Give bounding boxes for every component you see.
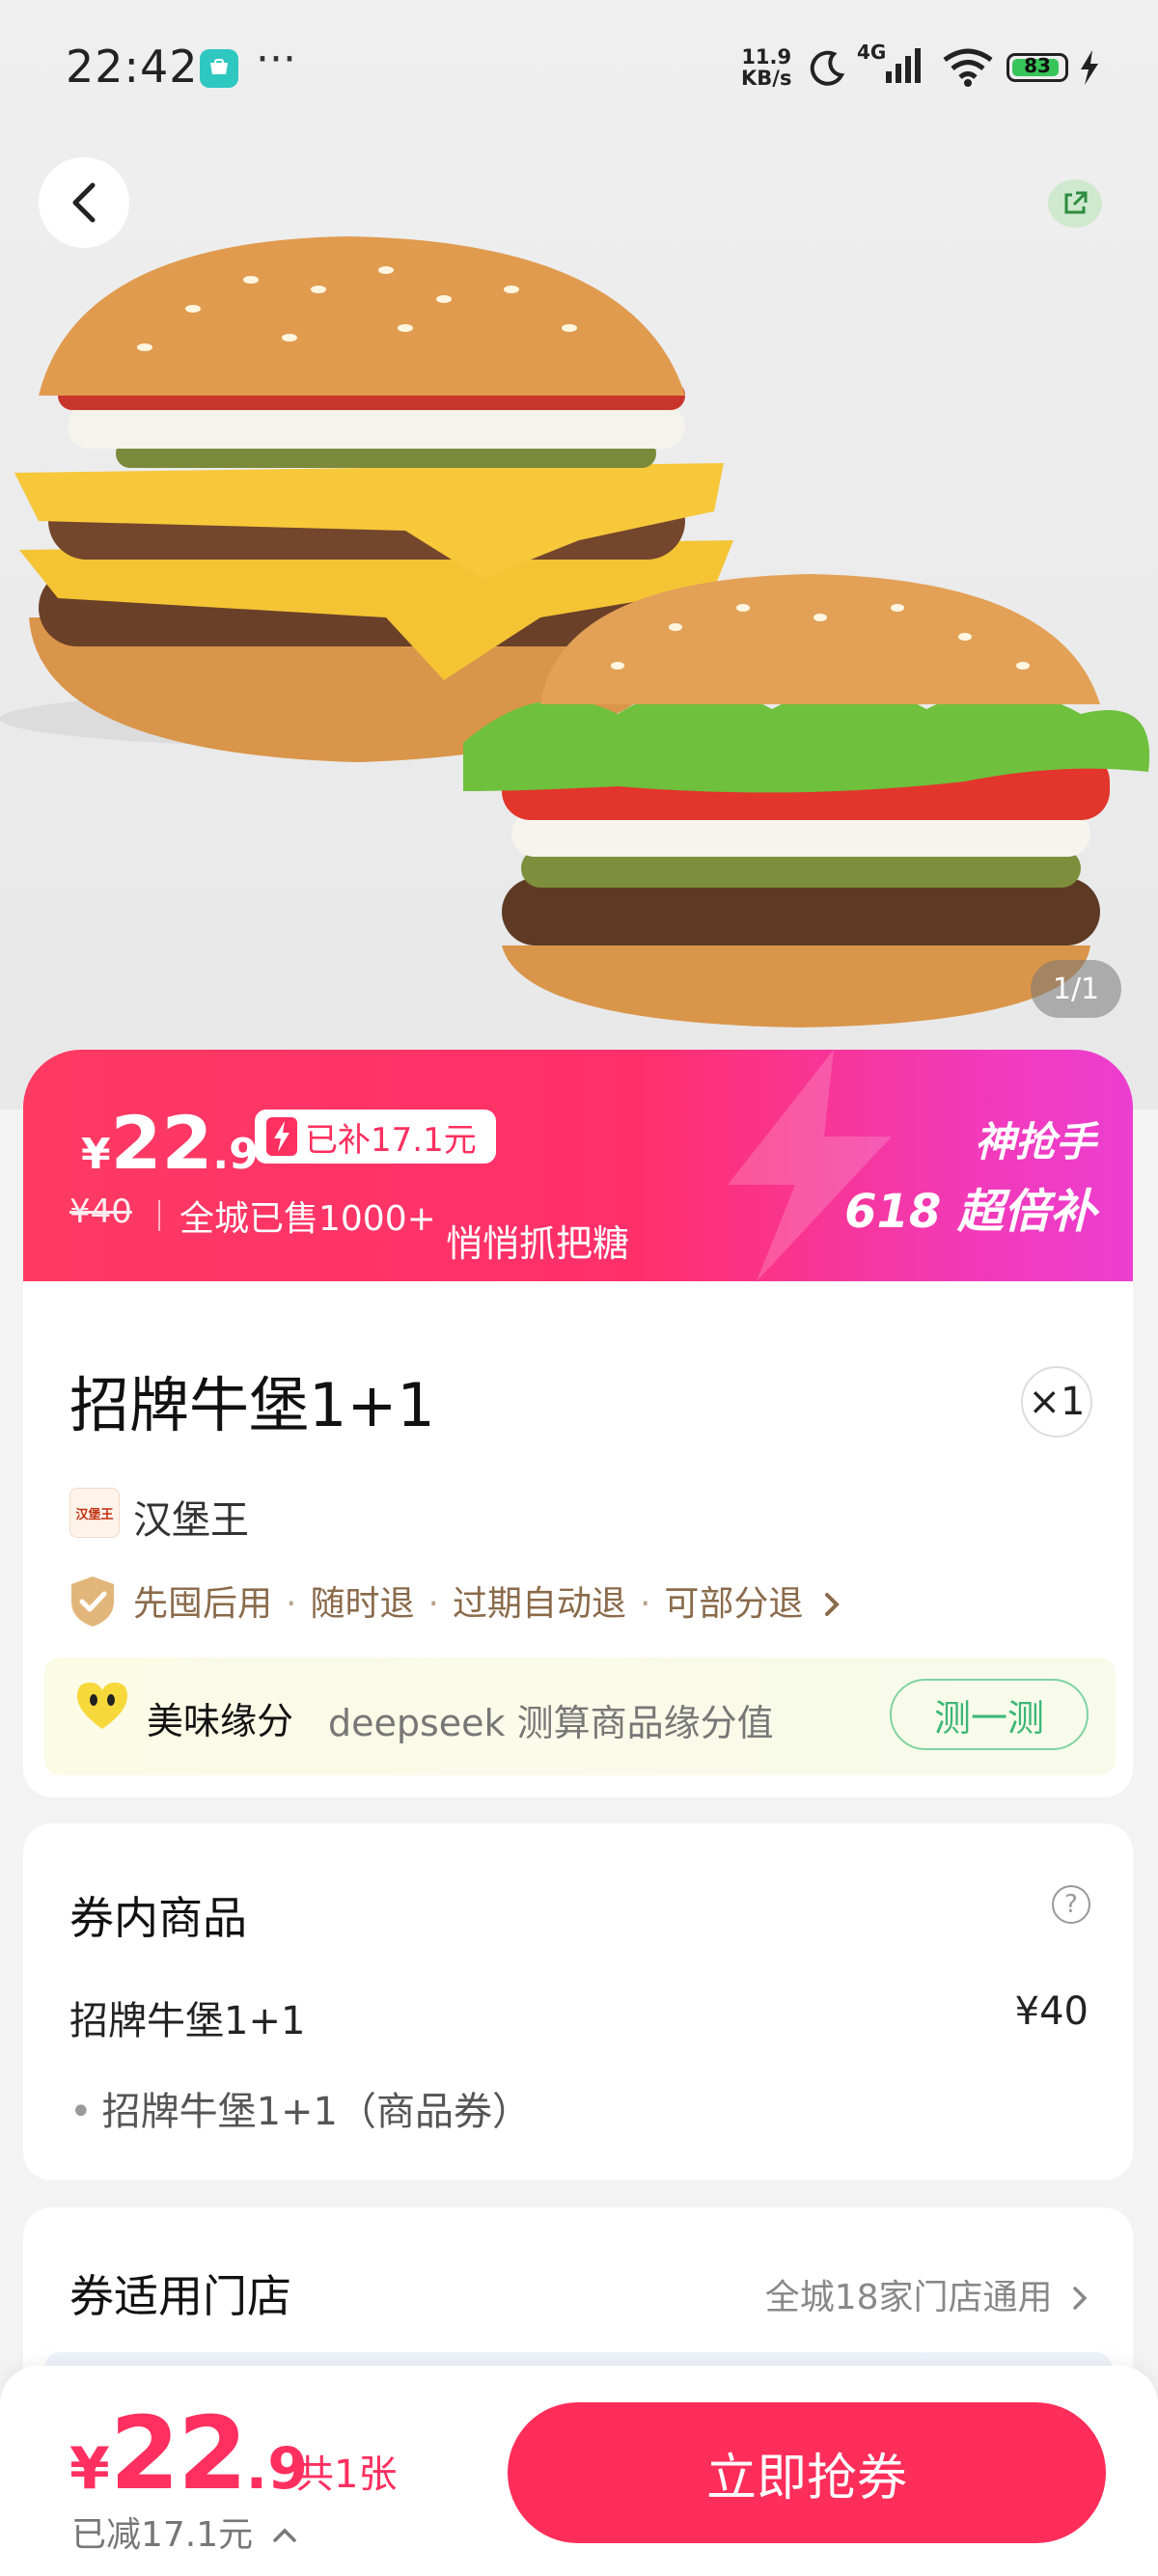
image-counter: 1/1	[1031, 960, 1121, 1018]
subsidy-tag: 已补17.1元	[255, 1110, 496, 1164]
help-icon[interactable]: ?	[1052, 1885, 1090, 1924]
divider	[158, 1200, 160, 1231]
stores-title: 券适用门店	[69, 2270, 291, 2322]
final-price-integer: 22	[109, 2395, 248, 2512]
net-speed-value: 11.9	[741, 45, 792, 69]
burger-illustration	[0, 236, 1150, 1028]
fate-description: deepseek 测算商品缘分值	[328, 1702, 774, 1744]
price-banner: ¥22.9 已补17.1元 ¥40 全城已售1000+ 悄悄抓把糖 神抢手 61…	[23, 1050, 1133, 1281]
charging-bolt-icon	[1081, 50, 1098, 85]
wifi-icon	[943, 48, 993, 87]
subsidy-bolt-icon	[266, 1117, 297, 1156]
product-info-card: 招牌牛堡1+1 ×1 汉堡王 汉堡王 先囤后用 · 随时退 · 过期自动退 · 可部分退 美…	[23, 1281, 1133, 1797]
saved-amount-toggle[interactable]: 已减17.1元	[71, 2507, 297, 2557]
network-type: 4G	[857, 41, 887, 64]
bottom-action-bar: ¥22.9 共1张 已减17.1元 立即抢券	[0, 2366, 1158, 2576]
more-notifications-icon: ···	[256, 35, 296, 84]
guarantee-item: 可部分退	[664, 1584, 804, 1624]
stores-summary[interactable]: 全城18家门店通用	[765, 2269, 1089, 2319]
brand-name[interactable]: 汉堡王	[133, 1489, 249, 1545]
final-price: ¥22.9	[69, 2395, 308, 2512]
candy-promo-text[interactable]: 悄悄抓把糖	[446, 1214, 629, 1267]
chevron-up-icon	[272, 2528, 296, 2542]
quantity-badge: ×1	[1021, 1366, 1092, 1438]
coupon-section-title: 券内商品	[69, 1892, 247, 1944]
chevron-left-icon	[72, 182, 96, 223]
brand-logo: 汉堡王	[69, 1488, 120, 1538]
heart-face-icon	[77, 1683, 127, 1729]
coupon-sub-item-label: 招牌牛堡1+1（商品券）	[101, 2090, 532, 2134]
price-currency: ¥	[81, 1130, 111, 1179]
shield-check-icon	[71, 1576, 114, 1627]
app-notification-icon	[200, 49, 238, 88]
status-bar: 22:42 ··· 11.9 KB/s 4G 83	[0, 0, 1158, 135]
promo-subtitle: 618 超倍补	[844, 1185, 1096, 1239]
net-speed-unit: KB/s	[741, 67, 792, 90]
battery-level: 83	[1024, 54, 1051, 77]
price-decimal: .9	[212, 1130, 259, 1179]
chevron-right-icon	[1073, 2287, 1088, 2310]
saved-amount: 已减17.1元	[71, 2515, 254, 2555]
fate-title: 美味缘分	[147, 1700, 294, 1742]
sold-count: 全城已售1000+	[179, 1199, 436, 1239]
share-button[interactable]	[1048, 179, 1102, 228]
share-icon	[1064, 191, 1088, 214]
chevron-right-icon	[824, 1593, 840, 1616]
product-hero-image[interactable]	[0, 0, 1158, 1110]
guarantee-list[interactable]: 先囤后用 · 随时退 · 过期自动退 · 可部分退	[133, 1576, 841, 1626]
guarantee-item: 随时退	[310, 1584, 415, 1624]
coupon-item-name: 招牌牛堡1+1	[69, 1999, 306, 2043]
subsidy-label: 已补17.1元	[305, 1120, 477, 1160]
price-integer: 22	[110, 1100, 213, 1186]
product-title: 招牌牛堡1+1	[69, 1370, 435, 1440]
cell-signal-icon: 4G	[857, 41, 926, 91]
status-time: 22:42	[66, 41, 199, 93]
current-price: ¥22.9	[81, 1100, 259, 1186]
net-speed: 11.9 KB/s	[741, 46, 791, 89]
do-not-disturb-moon-icon	[810, 50, 845, 86]
guarantee-item: 先囤后用	[133, 1584, 273, 1624]
buy-coupon-button[interactable]: 立即抢券	[508, 2402, 1106, 2543]
guarantee-item: 过期自动退	[452, 1584, 626, 1624]
coupon-sub-item: • 招牌牛堡1+1（商品券）	[69, 2090, 532, 2134]
fate-test-button[interactable]: 测一测	[890, 1679, 1089, 1750]
final-price-currency: ¥	[69, 2435, 110, 2503]
original-price: ¥40	[69, 1192, 132, 1231]
promo-title: 神抢手	[974, 1118, 1096, 1165]
back-button[interactable]	[39, 157, 129, 248]
lightning-decoration-icon	[728, 1050, 892, 1281]
coupon-count: 共1张	[295, 2453, 398, 2497]
stores-summary-label: 全城18家门店通用	[764, 2278, 1053, 2317]
coupon-item-price: ¥40	[1014, 1989, 1089, 2034]
coupon-contents-card: 券内商品 ? 招牌牛堡1+1 ¥40 • 招牌牛堡1+1（商品券）	[23, 1823, 1133, 2180]
battery-icon: 83	[1006, 53, 1068, 82]
